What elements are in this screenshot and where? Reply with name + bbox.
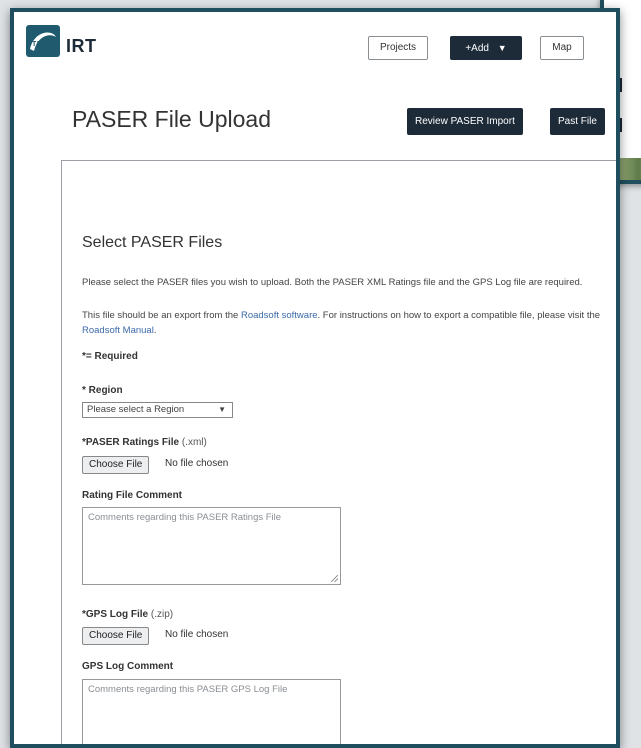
upload-form-panel: Select PASER Files Please select the PAS… [61,160,616,744]
gps-comment-label: GPS Log Comment [82,661,174,672]
ratings-choose-file-button[interactable]: Choose File [82,456,150,474]
rating-comment-placeholder: Comments regarding this PASER Ratings Fi… [88,512,282,523]
gps-choose-file-button[interactable]: Choose File [82,627,150,645]
past-files-button[interactable]: Past File [550,108,605,135]
section-title: Select PASER Files [82,234,223,251]
ratings-no-file-text: No file chosen [165,458,229,469]
rating-comment-label: Rating File Comment [82,490,183,501]
ratings-file-label: *PASER Ratings File (.xml) [82,437,207,448]
rating-comment-textarea[interactable]: Comments regarding this PASER Ratings Fi… [82,507,341,585]
top-navbar: TAMC IRT Projects +Add ▼ Map [14,12,616,72]
gps-no-file-text: No file chosen [165,629,229,640]
map-label: Map [552,42,572,53]
brand-name: IRT [66,36,97,56]
resize-handle-icon[interactable] [331,575,338,582]
required-note: *= Required [82,351,138,362]
intro-text: Please select the PASER files you wish t… [82,277,583,288]
gps-file-label: *GPS Log File (.zip) [82,609,174,620]
tamc-logo-icon: TAMC [26,25,60,57]
region-select[interactable]: Please select a Region ▼ [82,402,233,418]
roadsoft-manual-link[interactable]: Roadsoft Manual [82,325,154,336]
projects-button[interactable]: Projects [368,36,428,60]
region-selected-value: Please select a Region [87,404,185,415]
gps-comment-placeholder: Comments regarding this PASER GPS Log Fi… [88,684,288,695]
chevron-down-icon: ▼ [497,43,507,53]
projects-label: Projects [379,42,417,53]
map-button[interactable]: Map [540,36,584,60]
add-label: +Add [465,43,489,54]
export-instructions: This file should be an export from the R… [82,310,601,336]
svg-text:TAMC: TAMC [32,41,52,48]
region-label: * Region [82,385,123,396]
roadsoft-software-link[interactable]: Roadsoft software [241,310,318,321]
gps-comment-textarea[interactable]: Comments regarding this PASER GPS Log Fi… [82,679,341,744]
main-window: TAMC IRT Projects +Add ▼ Map PASER File … [10,8,620,748]
dropdown-arrow-icon: ▼ [218,405,226,414]
add-dropdown-button[interactable]: +Add ▼ [450,36,522,60]
page-title: PASER File Upload [72,106,271,132]
review-paser-import-button[interactable]: Review PASER Import [407,108,523,135]
